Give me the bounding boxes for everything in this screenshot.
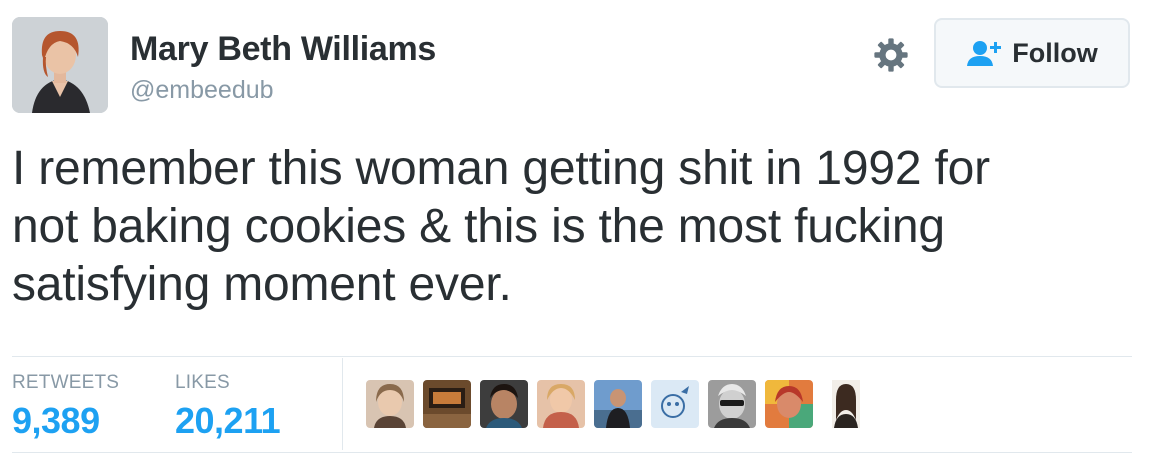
liker-avatar-2[interactable] — [423, 380, 471, 428]
liker-avatar-8[interactable] — [765, 380, 813, 428]
retweet-stat[interactable]: RETWEETS 9,389 — [12, 372, 119, 442]
author-name[interactable]: Mary Beth Williams — [130, 30, 436, 69]
follow-button-label: Follow — [1012, 37, 1098, 68]
profile-photo — [12, 17, 108, 113]
likes-count: 20,211 — [175, 400, 281, 441]
liker-avatar-7[interactable] — [708, 380, 756, 428]
stats-divider-bottom — [12, 452, 1132, 453]
liker-avatar-6[interactable] — [651, 380, 699, 428]
stats-vertical-divider — [342, 358, 343, 450]
liker-avatar-5[interactable] — [594, 380, 642, 428]
person-plus-icon — [967, 41, 1002, 66]
liker-avatar-9[interactable] — [822, 380, 870, 428]
liker-avatar-3[interactable] — [480, 380, 528, 428]
tweet-text-line: satisfying moment ever. — [12, 258, 512, 311]
stats-divider-top — [12, 356, 1132, 357]
profile-avatar[interactable] — [12, 17, 108, 113]
retweets-count: 9,389 — [12, 400, 100, 441]
tweet-text-line: not baking cookies & this is the most fu… — [12, 200, 945, 253]
liker-avatar-4[interactable] — [537, 380, 585, 428]
author-handle[interactable]: @embeedub — [130, 76, 274, 105]
tweet-text: I remember this woman getting shit in 19… — [12, 140, 1132, 314]
retweets-label: RETWEETS — [12, 372, 120, 393]
gear-icon[interactable] — [872, 36, 910, 74]
likes-stat[interactable]: LIKES 20,211 — [175, 372, 281, 442]
liker-avatar-1[interactable] — [366, 380, 414, 428]
follow-button[interactable]: Follow — [934, 18, 1130, 88]
tweet-text-line: I remember this woman getting shit in 19… — [12, 142, 990, 195]
likes-label: LIKES — [175, 372, 230, 393]
liker-avatars — [366, 380, 870, 428]
